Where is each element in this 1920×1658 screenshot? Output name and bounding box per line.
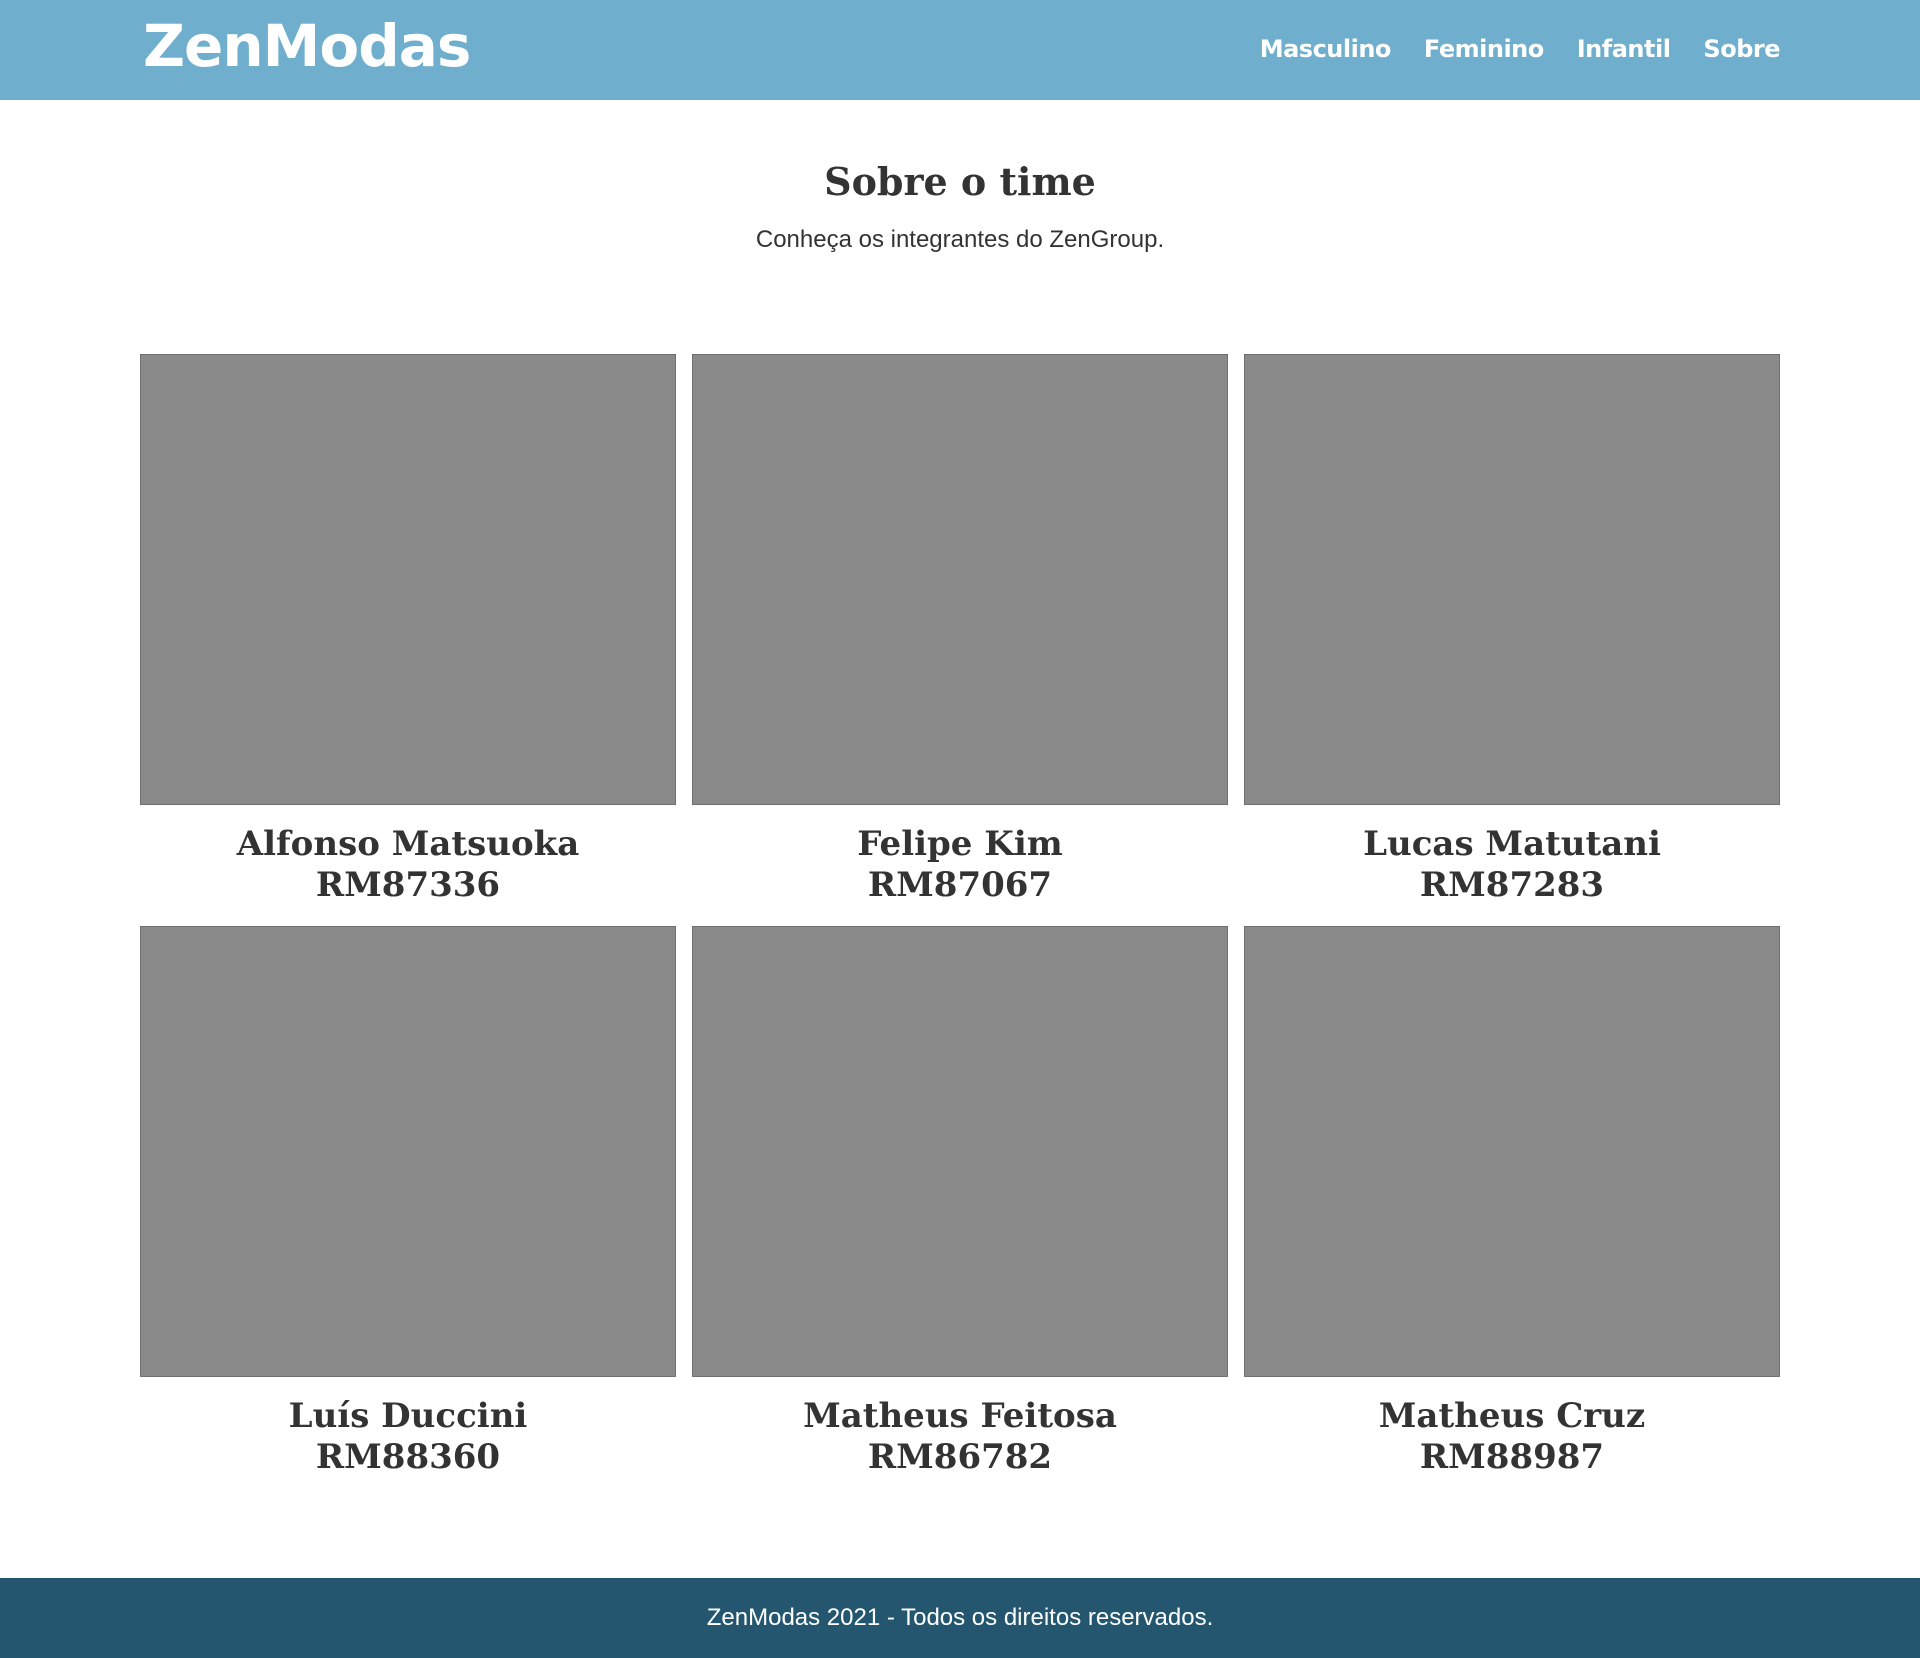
page-title: Sobre o time xyxy=(824,159,1096,204)
team-grid: Alfonso Matsuoka RM87336 Felipe Kim RM87… xyxy=(140,354,1780,1480)
nav-link-feminino[interactable]: Feminino xyxy=(1424,30,1544,68)
member-rm: RM87283 xyxy=(1419,865,1605,905)
member-name: Alfonso Matsuoka xyxy=(236,824,580,864)
member-photo xyxy=(692,354,1228,805)
member-rm: RM87336 xyxy=(315,865,501,905)
member-name: Lucas Matutani xyxy=(1363,824,1661,864)
member-rm: RM86782 xyxy=(867,1437,1053,1477)
member-card: Alfonso Matsuoka RM87336 xyxy=(140,354,676,908)
member-photo xyxy=(140,926,676,1377)
member-name: Matheus Feitosa xyxy=(803,1396,1117,1436)
member-card: Lucas Matutani RM87283 xyxy=(1244,354,1780,908)
nav-link-masculino[interactable]: Masculino xyxy=(1260,30,1392,68)
member-photo xyxy=(140,354,676,805)
member-card: Matheus Feitosa RM86782 xyxy=(692,926,1228,1480)
member-rm: RM88987 xyxy=(1419,1437,1605,1477)
member-photo xyxy=(1244,354,1780,805)
member-name: Felipe Kim xyxy=(857,824,1063,864)
member-rm: RM88360 xyxy=(315,1437,501,1477)
member-photo xyxy=(1244,926,1780,1377)
logo-link[interactable]: ZenModas xyxy=(143,14,471,78)
nav-link-sobre[interactable]: Sobre xyxy=(1703,30,1780,68)
site-footer: ZenModas 2021 - Todos os direitos reserv… xyxy=(0,1578,1920,1658)
member-card: Matheus Cruz RM88987 xyxy=(1244,926,1780,1480)
member-name: Luís Duccini xyxy=(288,1396,528,1436)
site-header: ZenModas Masculino Feminino Infantil Sob… xyxy=(0,0,1920,100)
member-name: Matheus Cruz xyxy=(1378,1396,1646,1436)
member-card: Felipe Kim RM87067 xyxy=(692,354,1228,908)
footer-copyright: ZenModas 2021 - Todos os direitos reserv… xyxy=(706,1604,1214,1631)
page-subtitle: Conheça os integrantes do ZenGroup. xyxy=(755,226,1165,253)
member-rm: RM87067 xyxy=(867,865,1053,905)
nav-link-infantil[interactable]: Infantil xyxy=(1577,30,1671,68)
member-card: Luís Duccini RM88360 xyxy=(140,926,676,1480)
main-nav: Masculino Feminino Infantil Sobre xyxy=(1260,30,1781,68)
member-photo xyxy=(692,926,1228,1377)
